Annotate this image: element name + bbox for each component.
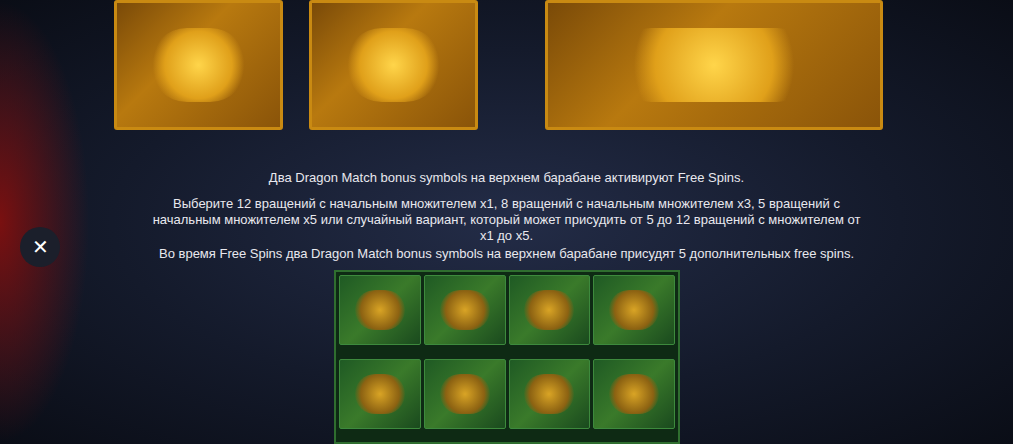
rule-paragraph: Во время Free Spins два Dragon Match bon… (152, 246, 862, 262)
rule-paragraph: Выберите 12 вращений с начальным множите… (152, 196, 862, 244)
dragon-symbol (309, 0, 478, 130)
dragon-symbol (545, 0, 883, 130)
dragon-symbol (114, 0, 283, 130)
close-button[interactable]: ✕ (20, 227, 60, 267)
reel-preview (334, 270, 680, 444)
rules-text: Два Dragon Match bonus symbols на верхне… (0, 130, 1013, 262)
symbols-row (0, 0, 1013, 130)
paytable-screen: Два Dragon Match bonus symbols на верхне… (0, 0, 1013, 444)
rule-paragraph: Два Dragon Match bonus symbols на верхне… (152, 170, 862, 186)
